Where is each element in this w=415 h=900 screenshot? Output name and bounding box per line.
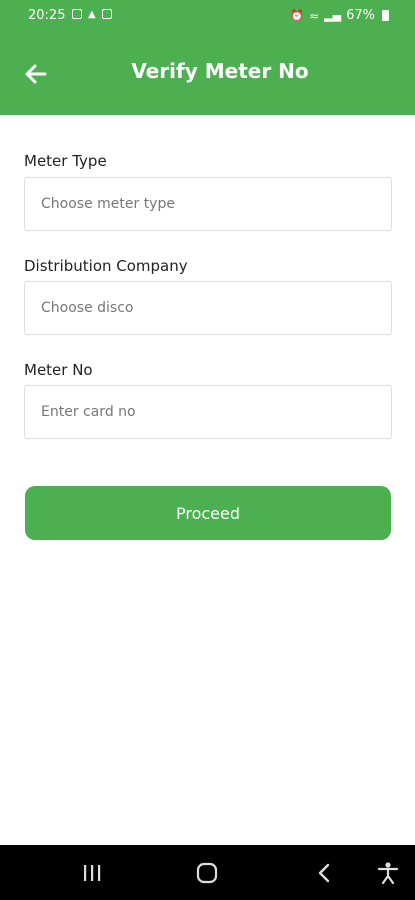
meter-no-label: Meter No [24, 361, 93, 379]
home-icon [196, 862, 218, 883]
battery-icon [382, 10, 389, 21]
signal-icon: ▂▄ [324, 9, 342, 22]
notification-icon: ▲ [88, 9, 96, 20]
nav-back-button[interactable] [302, 845, 346, 900]
header: 20:25 ▲ ⏰ ≈ ▂▄ 67% Verify Meter No [0, 0, 415, 115]
recents-icon [84, 864, 101, 881]
meter-no-field[interactable] [24, 385, 392, 439]
distribution-company-label: Distribution Company [24, 257, 188, 275]
battery-percent: 67% [346, 8, 375, 23]
status-bar: 20:25 ▲ ⏰ ≈ ▂▄ 67% [0, 0, 415, 32]
distribution-company-field[interactable] [24, 281, 392, 335]
home-button[interactable] [185, 845, 229, 900]
gallery-icon [72, 9, 82, 19]
wifi-icon: ≈ [309, 8, 320, 23]
distribution-company-input[interactable] [25, 282, 391, 334]
accessibility-button[interactable] [366, 845, 410, 900]
message-icon [101, 9, 112, 19]
meter-type-label: Meter Type [24, 152, 107, 170]
meter-no-input[interactable] [25, 386, 391, 438]
back-icon [318, 863, 330, 882]
meter-type-field[interactable] [24, 177, 392, 231]
recents-button[interactable] [70, 845, 114, 900]
accessibility-icon [377, 861, 399, 884]
alarm-icon: ⏰ [290, 9, 305, 22]
status-time: 20:25 [28, 8, 66, 23]
page-title: Verify Meter No [131, 59, 309, 83]
system-nav-bar [0, 845, 415, 900]
proceed-button[interactable]: Proceed [25, 486, 391, 540]
meter-type-input[interactable] [25, 178, 391, 230]
